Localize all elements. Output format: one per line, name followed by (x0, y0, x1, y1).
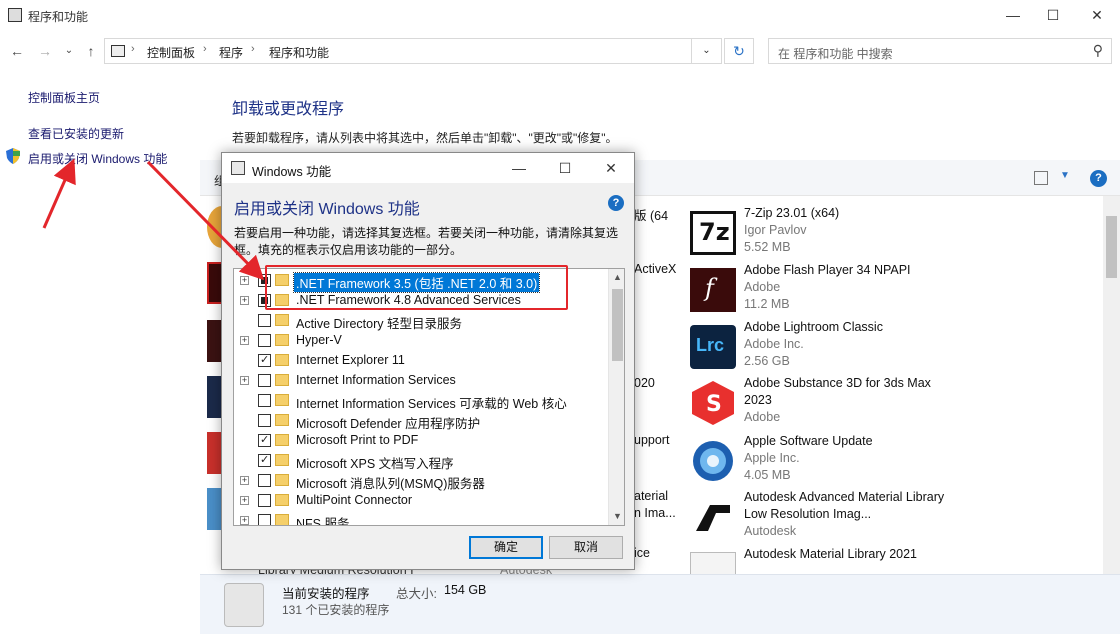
arrow-to-net-feature (146, 160, 265, 281)
arrow-to-sidebar-link (42, 158, 76, 229)
annotation-arrows (42, 158, 265, 281)
